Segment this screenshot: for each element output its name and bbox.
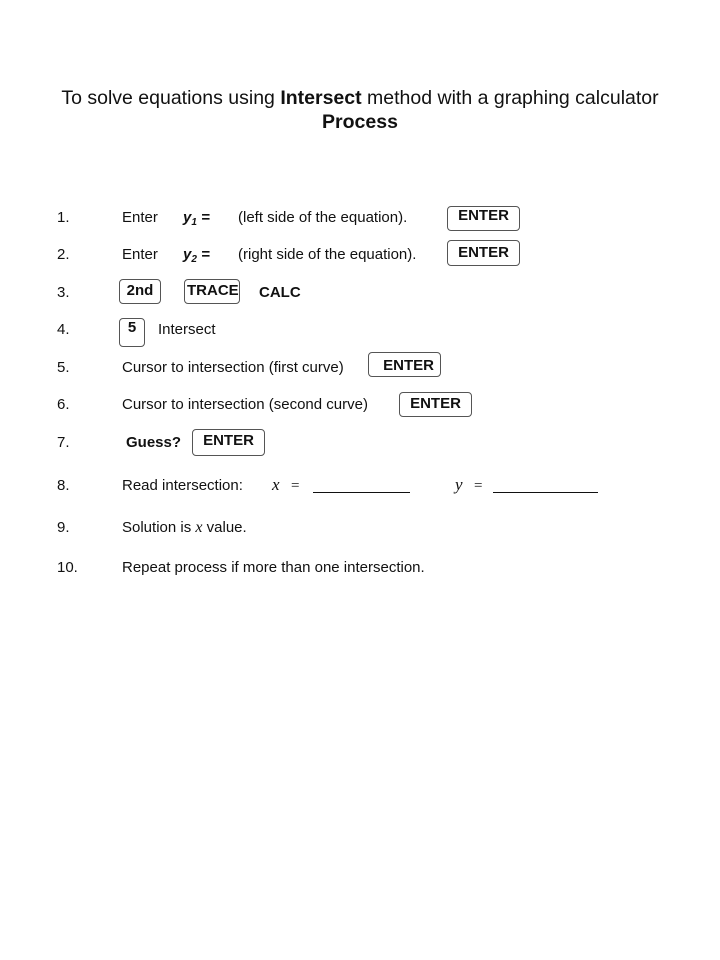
step-number: 3. [57, 284, 70, 301]
y1-variable: y1 = [183, 208, 210, 233]
title-bold: Intersect [280, 87, 362, 109]
title-suffix: method with a graphing calculator [361, 87, 659, 109]
step-7: 7. Guess? ENTER [0, 429, 720, 457]
step-4: 4. 5 Intersect [0, 318, 720, 347]
intersect-label: Intersect [158, 321, 216, 338]
y2-variable: y2 = [183, 245, 210, 270]
step-2: 2. Enter y2 = (right side of the equatio… [0, 240, 720, 270]
x-value-blank[interactable] [313, 478, 410, 493]
step-1: 1. Enter y1 = (left side of the equation… [0, 206, 720, 233]
step-description: (left side of the equation). [238, 209, 408, 226]
step-description: (right side of the equation). [238, 246, 417, 263]
x-variable: x [272, 475, 280, 494]
text-before: Solution is [122, 519, 196, 536]
equals-sign: = [291, 478, 300, 494]
step-number: 4. [57, 321, 70, 338]
step-verb: Enter [122, 246, 158, 263]
step-text: Solution is x value. [122, 518, 247, 538]
step-3: 3. 2nd TRACE CALC [0, 279, 720, 307]
equals-sign: = [196, 246, 210, 263]
enter-key[interactable]: ENTER [399, 392, 472, 417]
step-8: 8. Read intersection: x = y = [0, 475, 720, 500]
step-10: 10. Repeat process if more than one inte… [0, 558, 720, 582]
step-verb: Enter [122, 209, 158, 226]
2nd-key[interactable]: 2nd [119, 279, 161, 304]
step-5: 5. Cursor to intersection (first curve) … [0, 352, 720, 382]
guess-label: Guess? [126, 434, 182, 451]
equals-sign: = [474, 478, 483, 494]
key-5[interactable]: 5 [119, 318, 145, 347]
page-title: To solve equations using Intersect metho… [0, 86, 720, 110]
step-9: 9. Solution is x value. [0, 518, 720, 542]
step-number: 5. [57, 359, 70, 376]
enter-key[interactable]: ENTER [447, 240, 520, 266]
step-number: 10. [57, 559, 78, 576]
step-number: 6. [57, 396, 70, 413]
enter-key[interactable]: ENTER [447, 206, 520, 231]
equals-sign: = [196, 209, 210, 226]
enter-key[interactable]: ENTER [192, 429, 265, 456]
enter-key[interactable]: ENTER [368, 352, 441, 377]
step-text: Cursor to intersection (second curve) [122, 396, 368, 413]
step-number: 9. [57, 519, 70, 536]
y-variable: y [455, 475, 463, 494]
step-number: 1. [57, 209, 70, 226]
page-subtitle: Process [322, 111, 398, 133]
text-after: value. [202, 519, 247, 536]
calc-label: CALC [259, 284, 301, 301]
step-text: Read intersection: [122, 477, 243, 494]
y-value-blank[interactable] [493, 478, 598, 493]
trace-key[interactable]: TRACE [184, 279, 240, 304]
step-number: 8. [57, 477, 70, 494]
step-6: 6. Cursor to intersection (second curve)… [0, 392, 720, 419]
step-text: Cursor to intersection (first curve) [122, 359, 344, 376]
step-text: Repeat process if more than one intersec… [122, 559, 425, 576]
step-number: 7. [57, 434, 70, 451]
title-prefix: To solve equations using [61, 87, 281, 109]
step-number: 2. [57, 246, 70, 263]
